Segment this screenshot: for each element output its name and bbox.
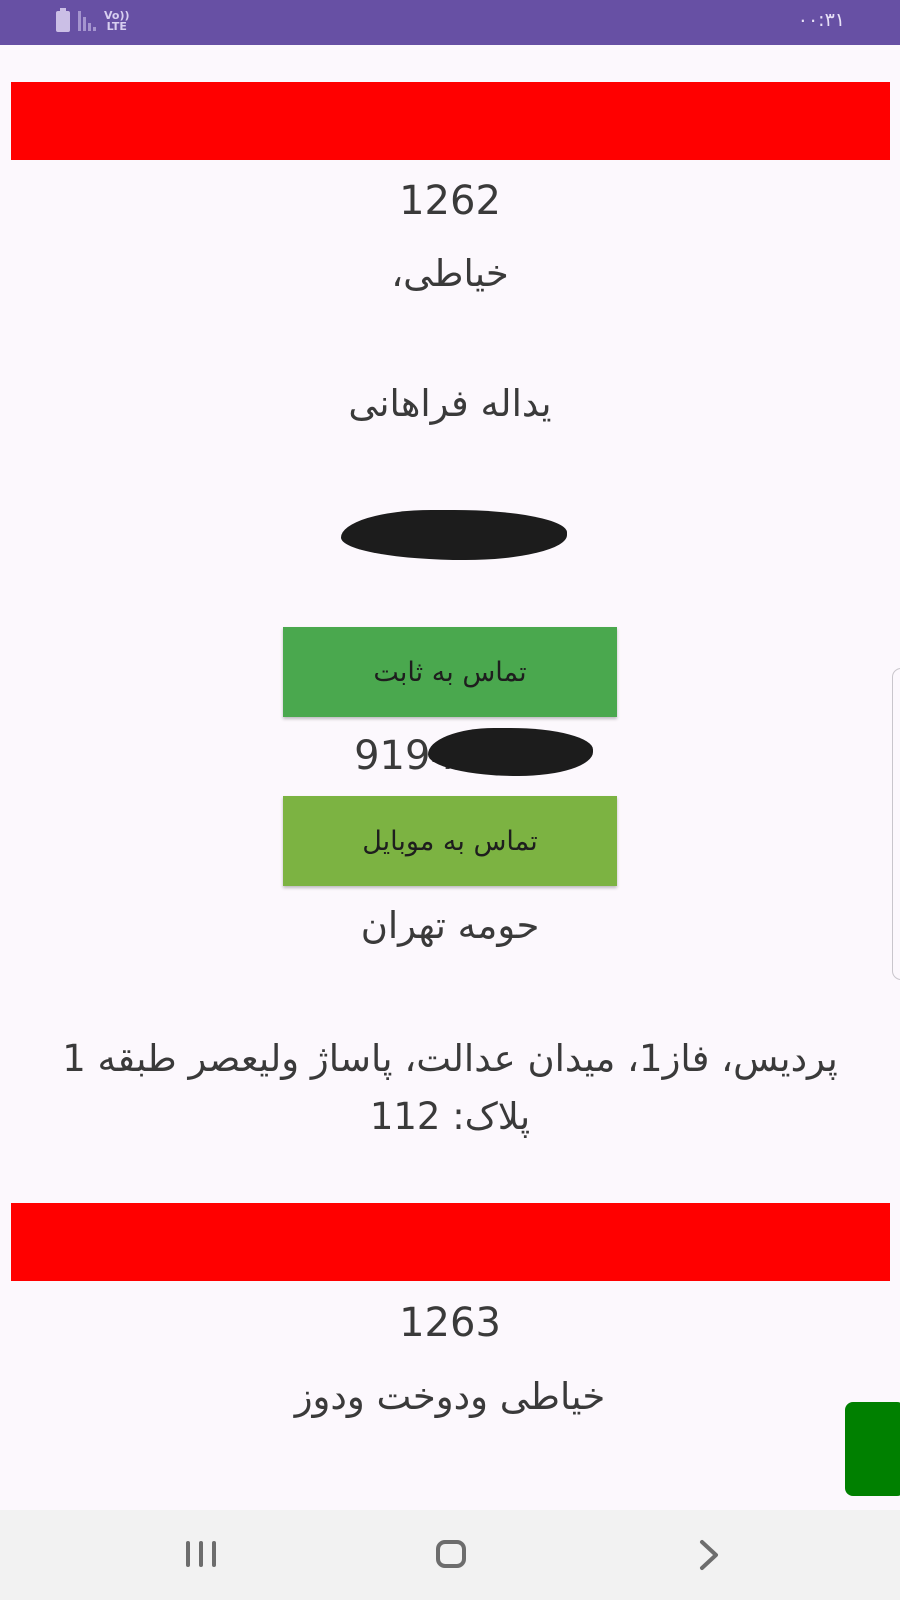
call-mobile-button[interactable]: تماس به موبایل	[283, 796, 617, 886]
card-header-bar	[11, 82, 890, 160]
listing-category: خیاطی ودوخت ودوز	[294, 1375, 606, 1418]
listing-id: 1262	[399, 178, 501, 224]
volte-icon: Vo)) LTE	[104, 9, 130, 33]
signal-icon	[78, 11, 96, 31]
floating-green-button[interactable]	[845, 1402, 900, 1496]
status-icons: Vo)) LTE	[56, 7, 130, 33]
card-header-bar	[11, 1203, 890, 1281]
listing-name: یداله فراهانی	[348, 382, 552, 425]
listing-id: 1263	[399, 1300, 501, 1346]
edge-panel-handle[interactable]	[892, 668, 900, 980]
call-landline-button[interactable]: تماس به ثابت	[283, 627, 617, 717]
redacted-landline	[341, 510, 567, 560]
listing-category: خیاطی،	[391, 252, 509, 295]
status-time: ۰۰:۳۱	[797, 9, 845, 31]
listing-region: حومه تهران	[360, 904, 540, 947]
recent-apps-icon[interactable]	[186, 1541, 216, 1567]
redacted-mobile	[428, 728, 593, 776]
status-bar: Vo)) LTE ۰۰:۳۱	[0, 0, 900, 45]
battery-icon	[56, 7, 70, 32]
navigation-bar	[0, 1510, 900, 1600]
listing-address: پردیس، فاز1، میدان عدالت، پاساژ ولیعصر ط…	[62, 1037, 838, 1138]
back-icon[interactable]	[692, 1538, 726, 1572]
home-icon[interactable]	[436, 1540, 466, 1568]
